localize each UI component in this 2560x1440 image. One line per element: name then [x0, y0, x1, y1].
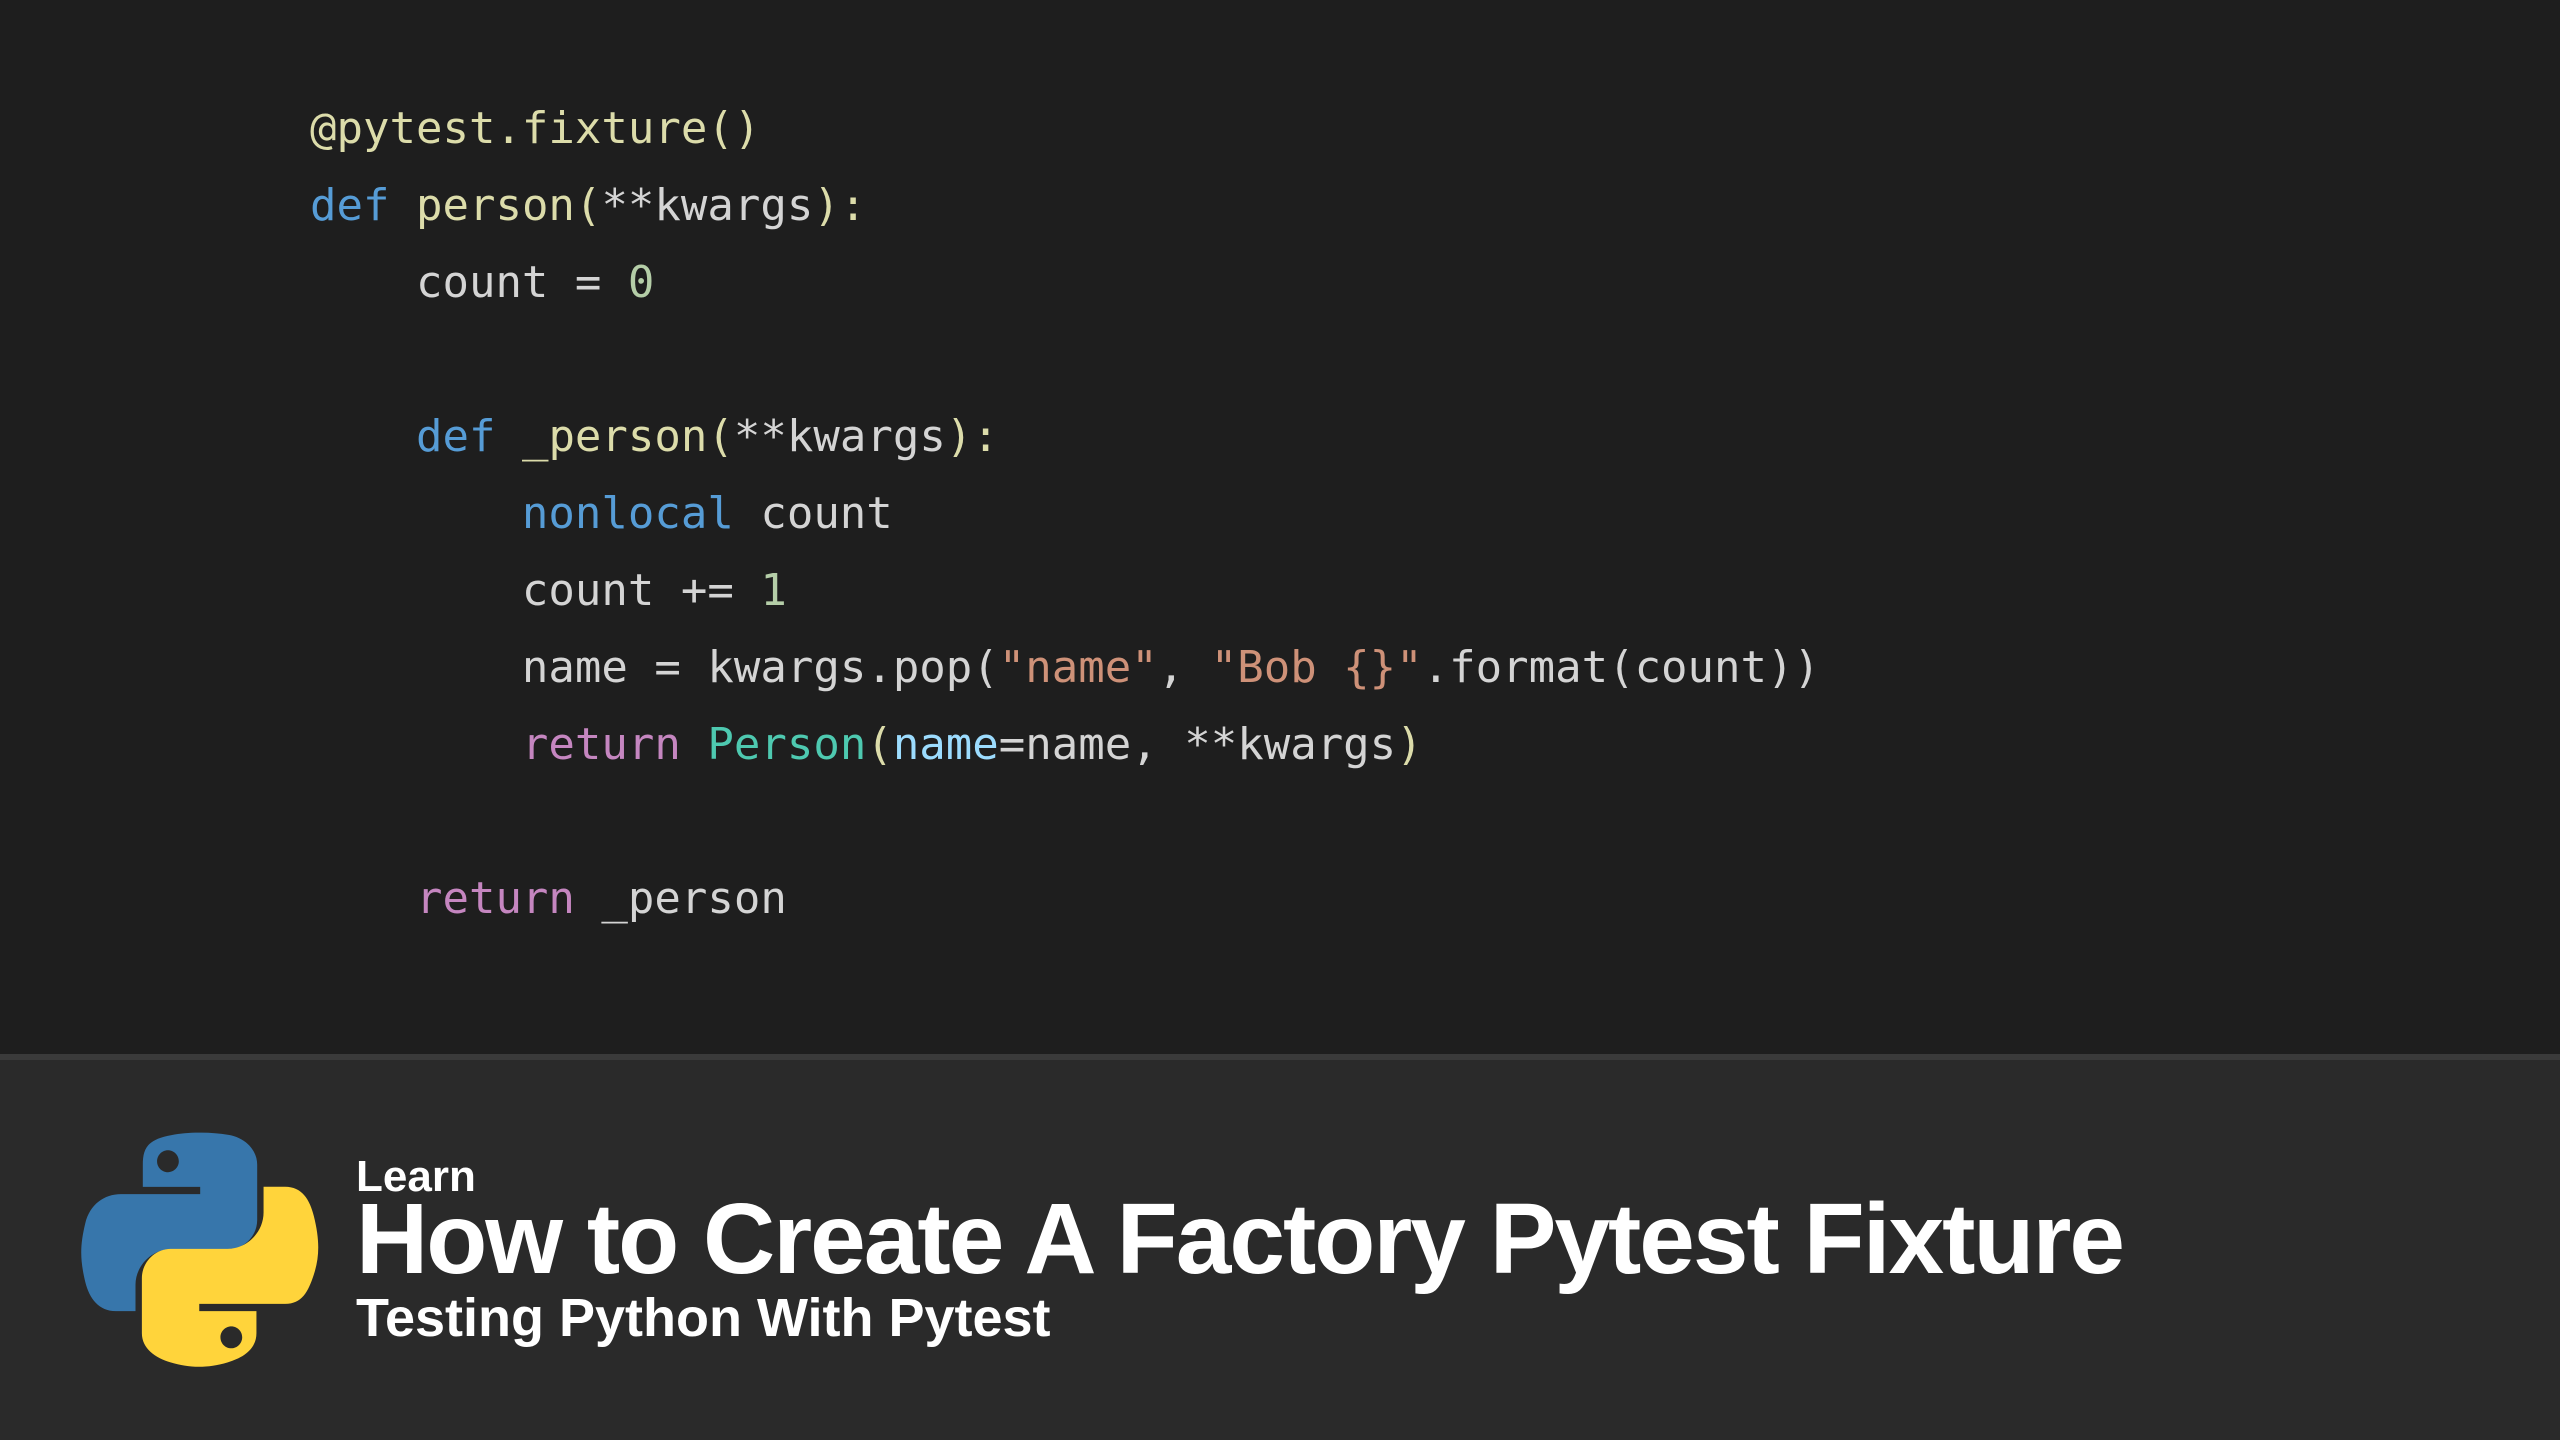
- python-logo-icon: [80, 1130, 320, 1370]
- banner: Learn How to Create A Factory Pytest Fix…: [0, 1060, 2560, 1440]
- code-block: @pytest.fixture() def person(**kwargs): …: [0, 0, 2560, 1054]
- code-content: @pytest.fixture() def person(**kwargs): …: [310, 90, 2560, 937]
- banner-text: Learn How to Create A Factory Pytest Fix…: [356, 1152, 2123, 1349]
- page-title: How to Create A Factory Pytest Fixture: [356, 1182, 2123, 1297]
